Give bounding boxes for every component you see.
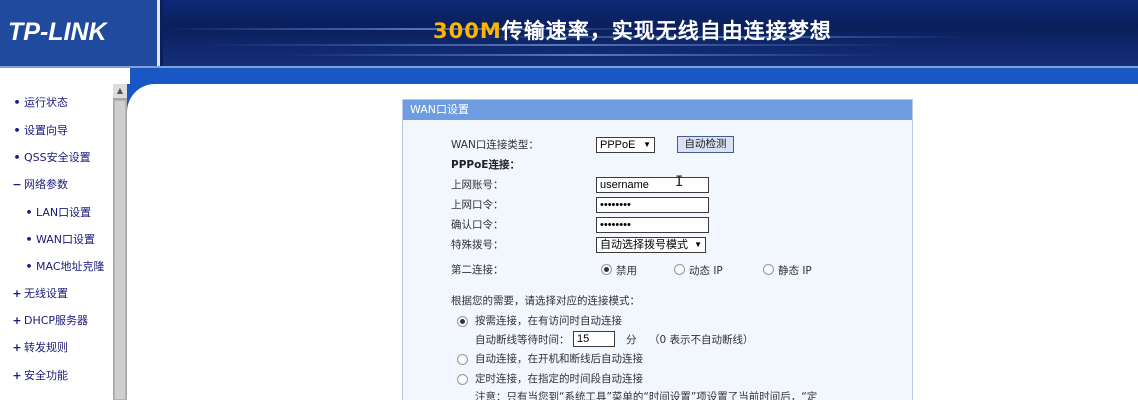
second-connection-label: 第二连接： — [451, 264, 504, 276]
scroll-up-arrow-icon[interactable]: ▲ — [113, 84, 127, 98]
dropdown-arrow-icon: ▼ — [694, 240, 702, 249]
sidebar-item-network[interactable]: − 网络参数 — [0, 178, 113, 205]
special-dial-label: 特殊拨号： — [451, 239, 504, 251]
header: TP-LINK 300M传输速率，实现无线自由连接梦想 — [0, 0, 1138, 68]
sidebar-item-mac-clone[interactable]: • MAC地址克隆 — [0, 260, 113, 287]
sidebar-item-wan[interactable]: • WAN口设置 — [0, 233, 113, 260]
scrollbar-thumb[interactable] — [114, 100, 126, 400]
second-static-ip-radio[interactable] — [763, 264, 774, 275]
note-text: 注意：只有当您到“系统工具”菜单的“时间设置”项设置了当前时间后，“定 — [475, 391, 818, 400]
idle-time-hint: （0 表示不自动断线） — [649, 334, 754, 346]
wan-type-label: WAN口连接类型： — [451, 139, 539, 151]
password-label: 上网口令： — [451, 199, 504, 211]
second-disable-radio[interactable] — [601, 264, 612, 275]
sidebar-nav: • 运行状态 • 设置向导 • QSS安全设置 − 网络参数 • LAN口设置 • WAN口… — [0, 84, 113, 400]
wan-type-select[interactable]: PPPoE ▼ — [596, 137, 655, 153]
panel-body: WAN口连接类型： PPPoE ▼ 自动检测 PPPoE连接： 上网账号： use… — [403, 120, 912, 400]
special-dial-select[interactable]: 自动选择拨号模式 ▼ — [596, 237, 706, 253]
auto-detect-button[interactable]: 自动检测 — [677, 136, 734, 153]
banner-slogan: 300M传输速率，实现无线自由连接梦想 — [433, 19, 832, 43]
idle-time-unit: 分 — [626, 334, 637, 346]
header-band — [0, 68, 1138, 84]
mode-auto-radio[interactable] — [457, 354, 468, 365]
wan-settings-panel: WAN口设置 WAN口连接类型： PPPoE ▼ 自动检测 PPPoE连接： 上网… — [402, 99, 913, 400]
text-cursor-icon: I — [675, 174, 684, 190]
sidebar-item-security[interactable]: + 安全功能 — [0, 369, 113, 396]
dropdown-arrow-icon: ▼ — [643, 140, 651, 149]
sidebar-item-status[interactable]: • 运行状态 — [0, 96, 113, 123]
confirm-password-label: 确认口令： — [451, 219, 504, 231]
sidebar-item-dhcp[interactable]: + DHCP服务器 — [0, 314, 113, 341]
confirm-password-input[interactable]: •••••••• — [596, 217, 709, 233]
mode-on-demand-radio[interactable] — [457, 316, 468, 327]
second-dynamic-ip-label: 动态 IP — [689, 265, 723, 277]
second-dynamic-ip-radio[interactable] — [674, 264, 685, 275]
mode-timed-label: 定时连接，在指定的时间段自动连接 — [475, 373, 643, 385]
account-label: 上网账号： — [451, 179, 504, 191]
second-disable-label: 禁用 — [616, 265, 637, 277]
sidebar-item-qss[interactable]: • QSS安全设置 — [0, 151, 113, 178]
account-input[interactable]: username — [596, 177, 709, 193]
panel-title: WAN口设置 — [403, 100, 912, 120]
mode-prompt: 根据您的需要，请选择对应的连接模式： — [451, 295, 640, 307]
mode-auto-label: 自动连接，在开机和断线后自动连接 — [475, 353, 643, 365]
sidebar-item-wizard[interactable]: • 设置向导 — [0, 124, 113, 151]
pppoe-section-title: PPPoE连接： — [451, 159, 520, 171]
second-static-ip-label: 静态 IP — [778, 265, 812, 277]
mode-timed-radio[interactable] — [457, 374, 468, 385]
tp-link-logo: TP-LINK — [8, 18, 107, 46]
sidebar-item-lan[interactable]: • LAN口设置 — [0, 206, 113, 233]
idle-time-label: 自动断线等待时间： — [475, 334, 570, 346]
sidebar-item-wireless[interactable]: + 无线设置 — [0, 287, 113, 314]
password-input[interactable]: •••••••• — [596, 197, 709, 213]
logo-box: TP-LINK — [0, 0, 160, 66]
mode-on-demand-label: 按需连接，在有访问时自动连接 — [475, 315, 622, 327]
banner: 300M传输速率，实现无线自由连接梦想 — [163, 0, 1138, 66]
idle-time-input[interactable]: 15 — [573, 331, 615, 347]
sidebar-item-forwarding[interactable]: + 转发规则 — [0, 341, 113, 368]
